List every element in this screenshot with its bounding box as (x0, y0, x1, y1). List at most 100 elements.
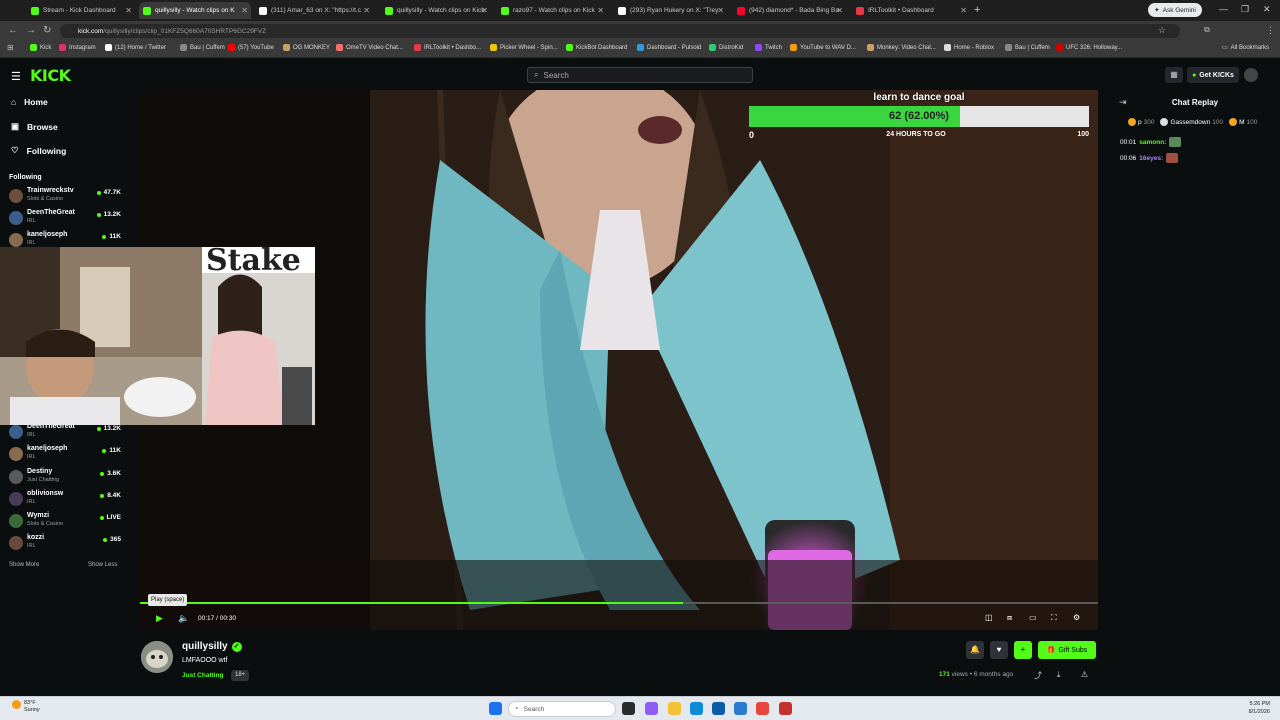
pip-icon[interactable]: ◫ (985, 613, 993, 622)
system-clock[interactable]: 5:26 PM 8/1/2026 (1249, 700, 1270, 716)
browser-tab[interactable]: quillysilly - Watch clips on Kick ✕ (381, 2, 491, 19)
message-username[interactable]: samonn: (1139, 139, 1166, 146)
following-item[interactable]: Wymzi Slots & Casino LIVE (9, 511, 121, 533)
bookmark-item[interactable]: UFC 326: Holloway... (1056, 44, 1122, 51)
following-item[interactable]: DeenTheGreat IRL 13.2K (9, 208, 121, 230)
file-explorer-icon[interactable] (668, 702, 681, 715)
browser-tab[interactable]: Stream - Kick Dashboard ✕ (27, 2, 135, 19)
bookmark-item[interactable]: Twitch (755, 44, 782, 51)
settings-icon[interactable]: ⚙ (1073, 613, 1080, 622)
ask-gemini-button[interactable]: ✦ Ask Gemini (1148, 3, 1202, 17)
get-kicks-button[interactable]: ● Get KICKs (1187, 67, 1239, 83)
tab-close-icon[interactable]: ✕ (717, 6, 724, 15)
following-item[interactable]: oblivionsw IRL 8.4K (9, 489, 121, 511)
bookmark-item[interactable]: Home - Roblox (944, 44, 994, 51)
bookmark-item[interactable]: Monkey: Video Chat... (867, 44, 936, 51)
search-input[interactable]: ⌕ Search (527, 67, 753, 83)
follow-heart-icon[interactable]: ♥ (990, 641, 1008, 659)
mail-icon[interactable] (734, 702, 747, 715)
following-item[interactable]: kozzi IRL 365 (9, 533, 121, 555)
store-icon[interactable] (712, 702, 725, 715)
bookmark-item[interactable]: IRLToolkit • Dashbo... (414, 44, 481, 51)
app-icon[interactable] (779, 702, 792, 715)
play-icon[interactable]: ▶ (156, 613, 163, 624)
following-item[interactable]: kaneljoseph IRL 11K (9, 444, 121, 466)
bookmark-item[interactable]: (12) Home / Twitter (105, 44, 166, 51)
goal-max: 100 (1077, 131, 1089, 138)
apps-grid-icon[interactable]: ⊞ (7, 43, 14, 52)
bookmark-item[interactable]: Instagram (59, 44, 96, 51)
streamer-name[interactable]: quillysilly ✓ (182, 641, 242, 652)
menu-dots-icon[interactable]: ⋮ (1266, 25, 1275, 36)
bookmark-item[interactable]: Picker Wheel - Spin... (490, 44, 558, 51)
browser-tab[interactable]: (942) diamond* - Bada Bing Ba ✕ (733, 2, 846, 19)
close-window-icon[interactable]: ✕ (1263, 4, 1271, 15)
hamburger-menu-icon[interactable]: ☰ (11, 70, 21, 83)
browser-tab[interactable]: IRLToolkit • Dashboard ✕ (852, 2, 970, 19)
edge-icon[interactable] (690, 702, 703, 715)
back-icon[interactable]: ← (8, 25, 18, 36)
maximize-icon[interactable]: ❐ (1241, 4, 1249, 15)
url-bar[interactable]: kick.com/quillysilly/clips/clip_01KFZ5Q6… (60, 24, 1180, 38)
new-tab-button[interactable]: + (974, 4, 980, 16)
tab-close-icon[interactable]: ✕ (597, 6, 604, 15)
user-avatar[interactable] (1244, 68, 1258, 82)
show-more-link[interactable]: Show More (9, 562, 39, 568)
following-item[interactable]: DeenTheGreat IRL 13.2K (9, 422, 121, 444)
all-bookmarks[interactable]: ▭ All Bookmarks (1222, 44, 1269, 52)
tab-close-icon[interactable]: ✕ (241, 6, 248, 15)
captions-icon[interactable]: ⧈ (1007, 613, 1012, 623)
volume-icon[interactable]: 🔈 (178, 613, 189, 624)
windows-start-icon[interactable] (489, 702, 502, 715)
nav-browse[interactable]: ▣ Browse (11, 121, 58, 132)
bookmark-item[interactable]: Bau | Cuffem (180, 44, 225, 51)
theater-mode-icon[interactable]: ▭ (1029, 613, 1037, 622)
extensions-icon[interactable]: ⧉ (1204, 25, 1210, 35)
browser-tab[interactable]: (293) Ryan Hukery on X: "Trey ✕ (614, 2, 727, 19)
browser-tab[interactable]: (311) Amar_63 on X: "https://t.c ✕ (255, 2, 373, 19)
kick-logo[interactable]: KICK (30, 66, 71, 85)
category-link[interactable]: Just Chatting (182, 672, 224, 679)
bookmark-item[interactable]: Bau | Cuffem (1005, 44, 1050, 51)
forward-icon[interactable]: → (26, 25, 36, 36)
bookmark-star-icon[interactable]: ☆ (1158, 25, 1166, 36)
share-icon[interactable]: ⤴ (1034, 670, 1042, 681)
subscribe-plus-button[interactable]: + (1014, 641, 1032, 659)
copilot-icon[interactable] (645, 702, 658, 715)
bookmark-item[interactable]: OmeTV Video Chat... (336, 44, 403, 51)
minimize-icon[interactable]: — (1219, 4, 1228, 14)
streamer-avatar[interactable] (141, 641, 173, 673)
tab-close-icon[interactable]: ✕ (836, 6, 843, 15)
gift-subs-button[interactable]: 🎁 Gift Subs (1038, 641, 1096, 659)
following-item[interactable]: Destiny Just Chatting 3.6K (9, 467, 121, 489)
browser-tab[interactable]: razo97 - Watch clips on Kick ✕ (497, 2, 607, 19)
bookmark-item[interactable]: Kick (30, 44, 51, 51)
tab-close-icon[interactable]: ✕ (960, 6, 967, 15)
bookmark-item[interactable]: OG MONKEY (283, 44, 330, 51)
bookmark-item[interactable]: Dashboard - Pulsoid (637, 44, 701, 51)
bookmark-item[interactable]: DistroKid (709, 44, 743, 51)
reload-icon[interactable]: ↻ (43, 25, 51, 36)
browser-tab[interactable]: quillysilly - Watch clips on K ✕ (139, 2, 251, 19)
notification-bell-icon[interactable]: 🔔 (966, 641, 984, 659)
download-icon[interactable]: ⤓ (1057, 670, 1061, 680)
taskbar-search[interactable]: ⌕ Search (508, 701, 616, 717)
weather-widget[interactable]: 83°F Sunny (12, 700, 40, 714)
tab-close-icon[interactable]: ✕ (363, 6, 370, 15)
bookmark-item[interactable]: KickBot Dashboard (566, 44, 627, 51)
report-icon[interactable]: ⚠ (1081, 670, 1088, 679)
tab-close-icon[interactable]: ✕ (125, 6, 132, 15)
task-view-icon[interactable] (622, 702, 635, 715)
nav-home[interactable]: ⌂ Home (11, 97, 48, 107)
video-progress-bar[interactable] (140, 602, 1098, 604)
nav-following[interactable]: ♡ Following (11, 145, 66, 156)
fullscreen-icon[interactable]: ⛶ (1051, 613, 1057, 623)
tab-close-icon[interactable]: ✕ (481, 6, 488, 15)
chrome-icon[interactable] (756, 702, 769, 715)
bookmark-item[interactable]: (57) YouTube (228, 44, 274, 51)
message-username[interactable]: 16eyes: (1139, 155, 1163, 162)
layout-toggle-button[interactable]: ▦ (1165, 67, 1183, 83)
show-less-link[interactable]: Show Less (88, 562, 117, 568)
bookmark-item[interactable]: YouTube to WAV D... (790, 44, 856, 51)
following-item[interactable]: Trainwreckstv Slots & Casino 47.7K (9, 186, 121, 208)
